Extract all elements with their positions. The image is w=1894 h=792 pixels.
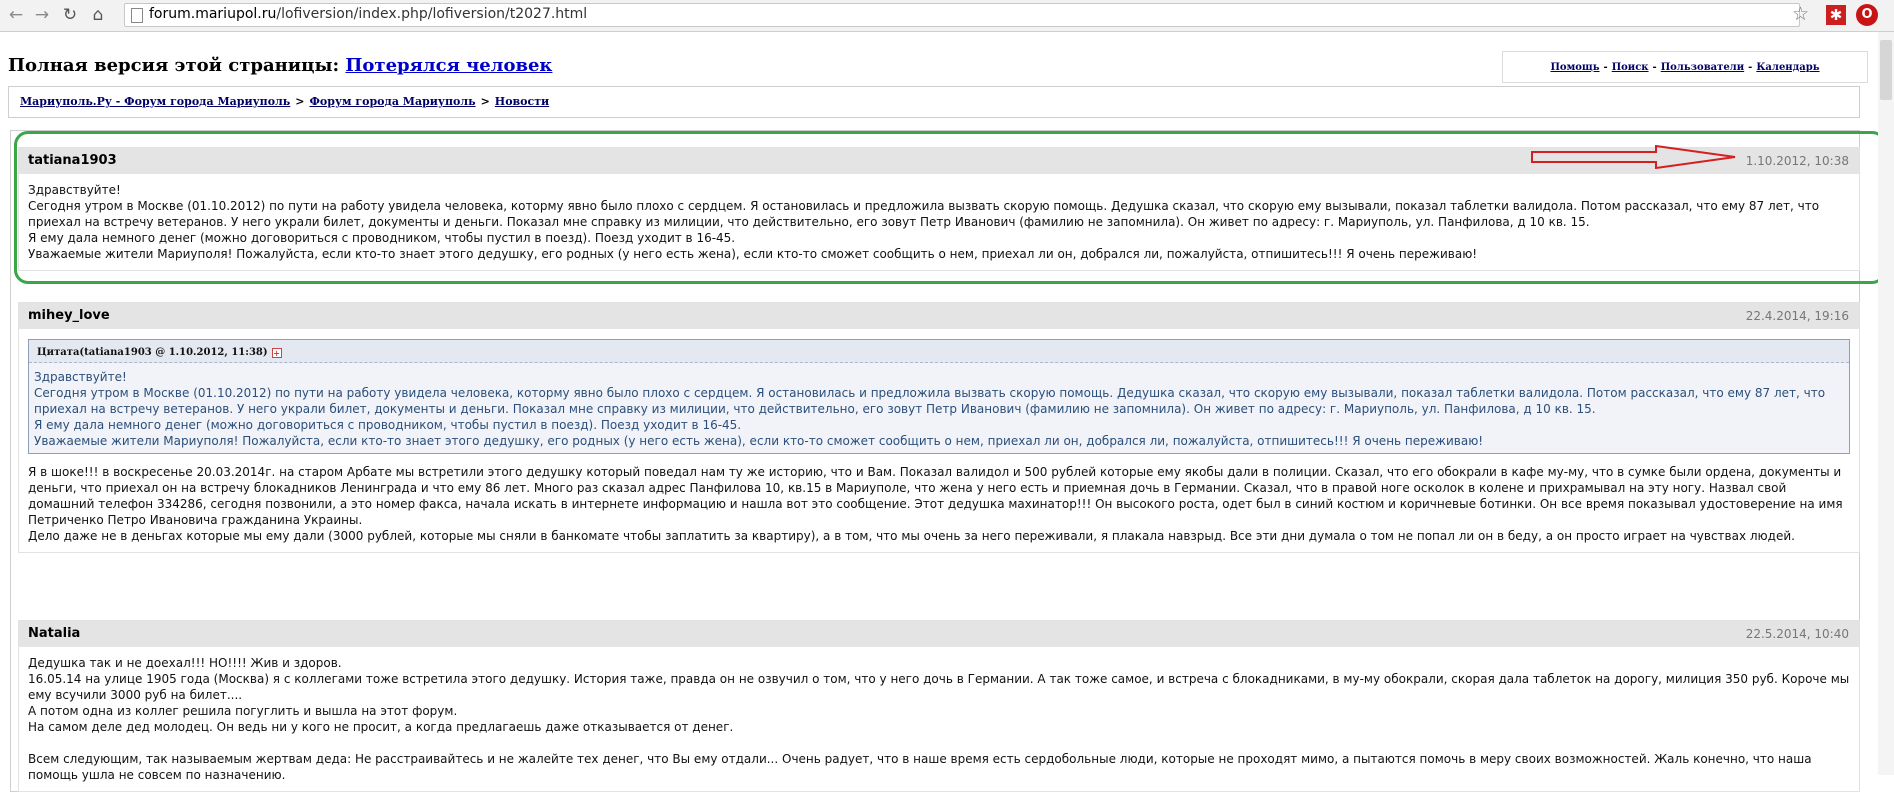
post-line: А потом одна из коллег решила погуглить … [28,704,458,718]
post-header: Natalia 22.5.2014, 10:40 [19,621,1859,647]
page-title: Полная версия этой страницы: Потерялся ч… [8,55,552,76]
topic-link[interactable]: Потерялся человек [345,55,552,76]
post-author: Natalia [28,626,81,641]
post-author: mihey_love [28,308,110,323]
quote-line: Я ему дала немного денег (можно договори… [34,418,742,432]
scrollbar[interactable] [1878,32,1894,775]
breadcrumb-news[interactable]: Новости [495,95,549,108]
page-icon [131,8,143,23]
post-line: Дедушка так и не доехал!!! НО!!!! Жив и … [28,656,342,670]
quote-line: Сегодня утром в Москве (01.10.2012) по п… [34,386,1826,416]
browser-toolbar: ← → ↻ ⌂ forum.mariupol.ru/lofiversion/in… [0,0,1894,32]
quote-title: Цитата(tatiana1903 @ 1.10.2012, 11:38) + [37,347,282,358]
post-body: Дедушка так и не доехал!!! НО!!!! Жив и … [19,647,1859,791]
quote-line: Здравствуйте! [34,370,127,384]
extension-icon[interactable]: ✱ [1826,5,1846,25]
quote-block: Цитата(tatiana1903 @ 1.10.2012, 11:38) + … [28,339,1850,454]
scrollbar-thumb[interactable] [1880,40,1892,100]
calendar-link[interactable]: Календарь [1756,62,1819,73]
url-text: forum.mariupol.ru/lofiversion/index.php/… [149,6,588,22]
page-title-prefix: Полная версия этой страницы: [8,55,340,76]
quote-line: Уважаемые жители Мариуполя! Пожалуйста, … [34,434,1484,448]
forward-icon[interactable]: → [32,5,52,25]
post-line [28,735,1850,751]
home-icon[interactable]: ⌂ [88,5,108,25]
quote-link-icon[interactable]: + [271,347,282,358]
back-icon[interactable]: ← [6,5,26,25]
post-mihey_love: mihey_love 22.4.2014, 19:16 Цитата(tatia… [18,302,1860,553]
post-date: 22.5.2014, 10:40 [1745,627,1849,641]
post-line: Всем следующим, так называемым жертвам д… [28,752,1812,782]
post-line: Дело даже не в деньгах которые мы ему да… [28,529,1795,543]
address-bar[interactable]: forum.mariupol.ru/lofiversion/index.php/… [124,3,1800,27]
opera-icon[interactable]: O [1856,4,1878,26]
breadcrumb-forum[interactable]: Форум города Мариуполь [309,95,475,108]
post-line: Я в шоке!!! в воскресенье 20.03.2014г. н… [28,465,1843,527]
post-line: 16.05.14 на улице 1905 года (Москва) я с… [28,672,1850,702]
post-natalia: Natalia 22.5.2014, 10:40 Дедушка так и н… [18,620,1860,792]
quote-body: Здравствуйте! Сегодня утром в Москве (01… [29,363,1849,453]
search-link[interactable]: Поиск [1612,62,1649,73]
breadcrumb: Мариуполь.Ру - Форум города Мариуполь > Фо… [8,86,1860,118]
users-link[interactable]: Пользователи [1661,62,1744,73]
quote-header: Цитата(tatiana1903 @ 1.10.2012, 11:38) + [29,340,1849,363]
top-links: Помощь - Поиск - Пользователи - Календарь [1502,51,1868,83]
post-date: 22.4.2014, 19:16 [1745,309,1849,323]
post-body: Цитата(tatiana1903 @ 1.10.2012, 11:38) + … [19,329,1859,552]
help-link[interactable]: Помощь [1550,62,1599,73]
breadcrumb-site[interactable]: Мариуполь.Ру - Форум города Мариуполь [20,95,290,108]
post-header: mihey_love 22.4.2014, 19:16 [19,303,1859,329]
bookmark-star-icon[interactable]: ☆ [1792,3,1809,25]
post-line: На самом деле дед молодец. Он ведь ни у … [28,720,734,734]
annotation-arrow-icon [1531,145,1736,169]
reload-icon[interactable]: ↻ [60,5,80,25]
